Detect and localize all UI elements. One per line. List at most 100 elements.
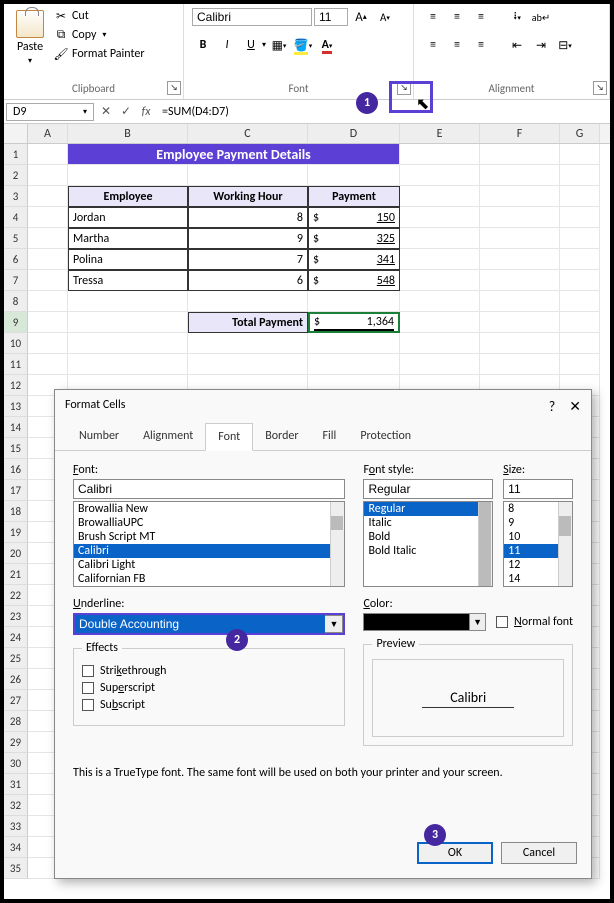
alignment-launcher-icon[interactable]: ↘ bbox=[593, 81, 607, 95]
cancel-fx-icon[interactable]: ✕ bbox=[96, 104, 116, 119]
cell[interactable] bbox=[400, 270, 480, 291]
subscript-checkbox[interactable]: Subscript bbox=[82, 698, 336, 712]
cell[interactable] bbox=[308, 333, 400, 354]
font-size-select[interactable] bbox=[314, 8, 348, 26]
tab-font[interactable]: Font bbox=[205, 423, 253, 451]
cell[interactable]: $341 bbox=[308, 249, 400, 270]
cell[interactable]: Total Payment bbox=[188, 312, 308, 333]
color-combo[interactable]: ▼ bbox=[363, 613, 486, 631]
align-right-icon[interactable]: ≡ bbox=[470, 34, 492, 56]
align-bottom-icon[interactable]: ≡ bbox=[470, 6, 492, 28]
cell[interactable]: Payment bbox=[308, 186, 400, 207]
row-header[interactable]: 30 bbox=[4, 753, 28, 774]
col-header[interactable]: F bbox=[480, 124, 560, 143]
list-item[interactable]: Bold Italic bbox=[364, 544, 492, 558]
list-item[interactable]: Calibri bbox=[74, 544, 344, 558]
row-header[interactable]: 23 bbox=[4, 606, 28, 627]
tab-protection[interactable]: Protection bbox=[348, 423, 423, 450]
cell[interactable]: 8 bbox=[188, 207, 308, 228]
font-color-button[interactable]: A▾ bbox=[316, 34, 338, 56]
cell[interactable] bbox=[28, 207, 68, 228]
cell[interactable] bbox=[308, 291, 400, 312]
row-header[interactable]: 10 bbox=[4, 333, 28, 354]
tab-number[interactable]: Number bbox=[67, 423, 131, 450]
cell[interactable] bbox=[400, 249, 480, 270]
cell[interactable] bbox=[560, 312, 600, 333]
col-header[interactable]: E bbox=[400, 124, 480, 143]
underline-combo[interactable]: ▼ bbox=[73, 613, 345, 635]
font-name-select[interactable] bbox=[192, 8, 312, 26]
row-header[interactable]: 27 bbox=[4, 690, 28, 711]
list-item[interactable]: Bold bbox=[364, 530, 492, 544]
row-header[interactable]: 13 bbox=[4, 396, 28, 417]
row-header[interactable]: 16 bbox=[4, 459, 28, 480]
cut-button[interactable]: ✂Cut bbox=[52, 8, 147, 24]
select-all-button[interactable] bbox=[4, 124, 28, 143]
cell[interactable] bbox=[560, 249, 600, 270]
fx-icon[interactable]: fx bbox=[136, 105, 156, 119]
cell[interactable]: Employee bbox=[68, 186, 188, 207]
row-header[interactable]: 14 bbox=[4, 417, 28, 438]
cell[interactable] bbox=[480, 354, 560, 375]
cell[interactable] bbox=[560, 207, 600, 228]
paste-button[interactable]: Paste ▾ bbox=[12, 6, 48, 70]
tab-fill[interactable]: Fill bbox=[311, 423, 349, 450]
copy-button[interactable]: ⧉Copy▾ bbox=[52, 27, 147, 43]
merge-center-icon[interactable]: ⊟▾ bbox=[554, 34, 576, 56]
row-header[interactable]: 9 bbox=[4, 312, 28, 333]
row-header[interactable]: 11 bbox=[4, 354, 28, 375]
cell[interactable] bbox=[400, 186, 480, 207]
cell[interactable] bbox=[28, 228, 68, 249]
borders-button[interactable]: ▦▾ bbox=[268, 34, 290, 56]
underline-button[interactable]: U bbox=[240, 34, 262, 56]
cell[interactable] bbox=[480, 291, 560, 312]
cell[interactable] bbox=[28, 354, 68, 375]
cell[interactable] bbox=[560, 144, 600, 165]
cell[interactable] bbox=[560, 291, 600, 312]
cell[interactable] bbox=[68, 291, 188, 312]
style-input[interactable] bbox=[363, 479, 493, 499]
row-header[interactable]: 34 bbox=[4, 837, 28, 858]
row-header[interactable]: 32 bbox=[4, 795, 28, 816]
cell[interactable] bbox=[400, 207, 480, 228]
list-item[interactable]: Browallia New bbox=[74, 502, 344, 516]
cell[interactable] bbox=[480, 228, 560, 249]
align-top-icon[interactable]: ≡ bbox=[422, 6, 444, 28]
row-header[interactable]: 3 bbox=[4, 186, 28, 207]
cell[interactable] bbox=[400, 354, 480, 375]
row-header[interactable]: 25 bbox=[4, 648, 28, 669]
chevron-down-icon[interactable]: ▼ bbox=[325, 615, 343, 633]
font-listbox[interactable]: Browallia NewBrowalliaUPCBrush Script MT… bbox=[73, 501, 345, 587]
row-header[interactable]: 31 bbox=[4, 774, 28, 795]
cell[interactable] bbox=[68, 354, 188, 375]
row-header[interactable]: 18 bbox=[4, 501, 28, 522]
cell[interactable] bbox=[560, 186, 600, 207]
row-header[interactable]: 22 bbox=[4, 585, 28, 606]
cell[interactable] bbox=[560, 165, 600, 186]
tab-alignment[interactable]: Alignment bbox=[131, 423, 205, 450]
col-header[interactable]: C bbox=[188, 124, 308, 143]
row-header[interactable]: 20 bbox=[4, 543, 28, 564]
list-item[interactable]: Californian FB bbox=[74, 572, 344, 586]
row-header[interactable]: 26 bbox=[4, 669, 28, 690]
row-header[interactable]: 15 bbox=[4, 438, 28, 459]
close-icon[interactable]: ✕ bbox=[569, 398, 581, 415]
list-item[interactable]: Regular bbox=[364, 502, 492, 516]
enter-fx-icon[interactable]: ✓ bbox=[116, 104, 136, 119]
orientation-icon[interactable]: ⭭▾ bbox=[506, 6, 528, 28]
row-header[interactable]: 2 bbox=[4, 165, 28, 186]
list-item[interactable]: Italic bbox=[364, 516, 492, 530]
cell[interactable] bbox=[480, 186, 560, 207]
cell[interactable] bbox=[400, 228, 480, 249]
cell[interactable] bbox=[480, 312, 560, 333]
increase-indent-icon[interactable]: ⇥ bbox=[530, 34, 552, 56]
formula-input[interactable]: =SUM(D4:D7) bbox=[156, 104, 610, 120]
cell[interactable]: $548 bbox=[308, 270, 400, 291]
cell[interactable] bbox=[308, 354, 400, 375]
cell[interactable] bbox=[400, 291, 480, 312]
cell[interactable] bbox=[188, 333, 308, 354]
col-header[interactable]: B bbox=[68, 124, 188, 143]
cell[interactable] bbox=[480, 165, 560, 186]
list-item[interactable]: BrowalliaUPC bbox=[74, 516, 344, 530]
col-header[interactable]: G bbox=[560, 124, 600, 143]
